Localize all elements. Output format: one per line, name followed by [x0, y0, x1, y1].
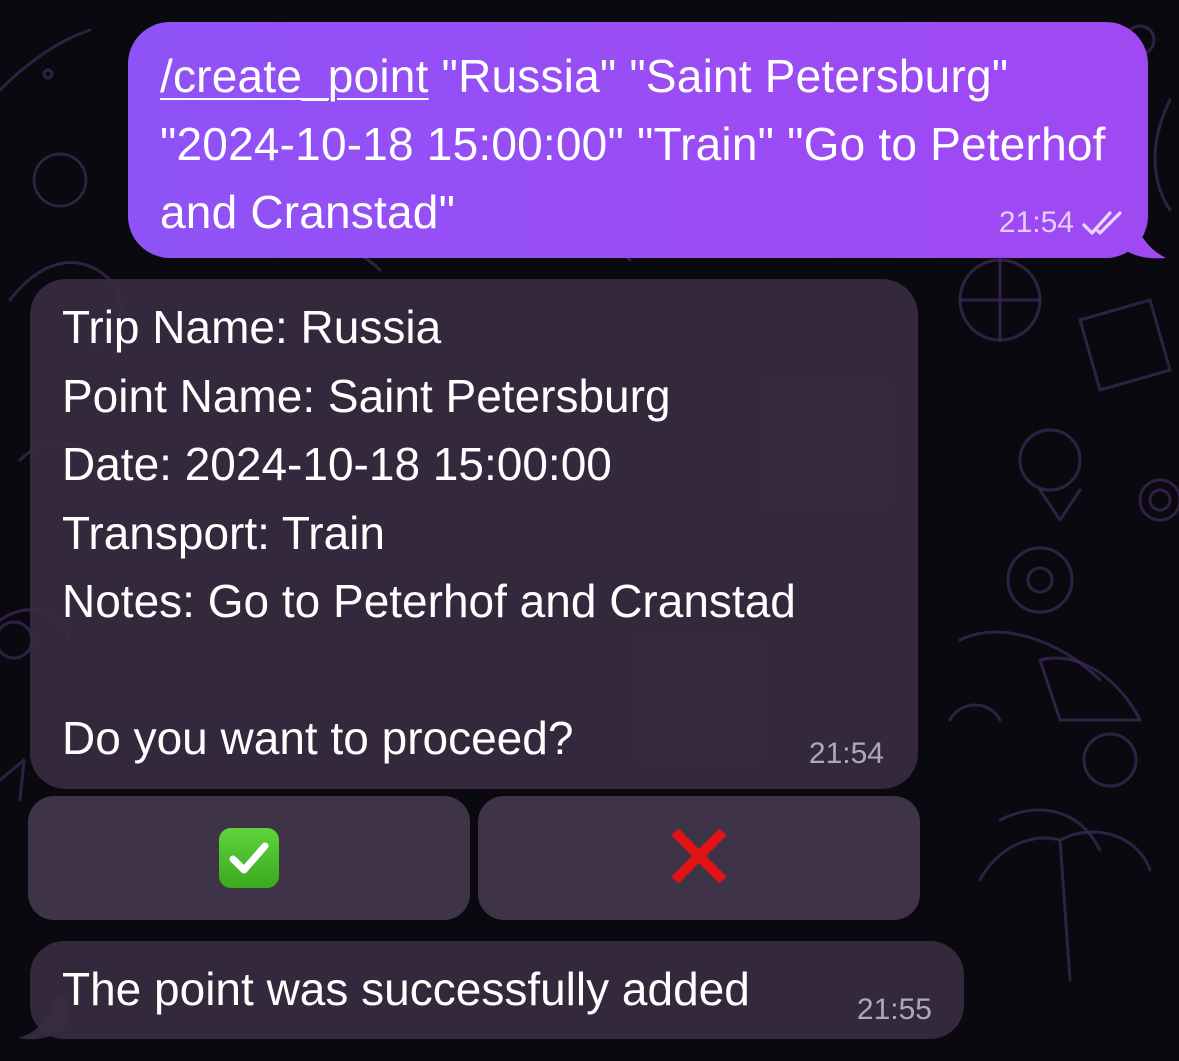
- confirm-button[interactable]: [28, 796, 470, 920]
- incoming-message-bubble[interactable]: Trip Name: Russia Point Name: Saint Pete…: [30, 279, 918, 789]
- cancel-button[interactable]: [478, 796, 920, 920]
- double-check-icon: [1082, 209, 1126, 237]
- outgoing-message-meta: 21:54: [999, 206, 1126, 240]
- success-message-time: 21:55: [856, 993, 932, 1026]
- point-summary: Trip Name: Russia Point Name: Saint Pete…: [62, 293, 796, 773]
- notes-line: Notes: Go to Peterhof and Cranstad: [62, 575, 796, 627]
- command-link[interactable]: /create_point: [160, 50, 429, 102]
- date-line: Date: 2024-10-18 15:00:00: [62, 438, 612, 490]
- check-mark-icon: [219, 828, 279, 888]
- incoming-message-time: 21:54: [808, 737, 884, 770]
- trip-name-line: Trip Name: Russia: [62, 301, 442, 353]
- outgoing-message-bubble[interactable]: /create_point "Russia" "Saint Petersburg…: [128, 22, 1148, 258]
- cross-mark-icon: [669, 826, 729, 891]
- proceed-question: Do you want to proceed?: [62, 712, 574, 764]
- outgoing-message-time: 21:54: [998, 206, 1074, 239]
- transport-line: Transport: Train: [62, 506, 385, 559]
- outgoing-message-text: /create_point "Russia" "Saint Petersburg…: [160, 42, 1120, 246]
- success-message-bubble[interactable]: The point was successfully added 21:55: [30, 941, 964, 1039]
- point-name-line: Point Name: Saint Petersburg: [62, 369, 671, 422]
- success-message-text: The point was successfully added: [62, 963, 750, 1015]
